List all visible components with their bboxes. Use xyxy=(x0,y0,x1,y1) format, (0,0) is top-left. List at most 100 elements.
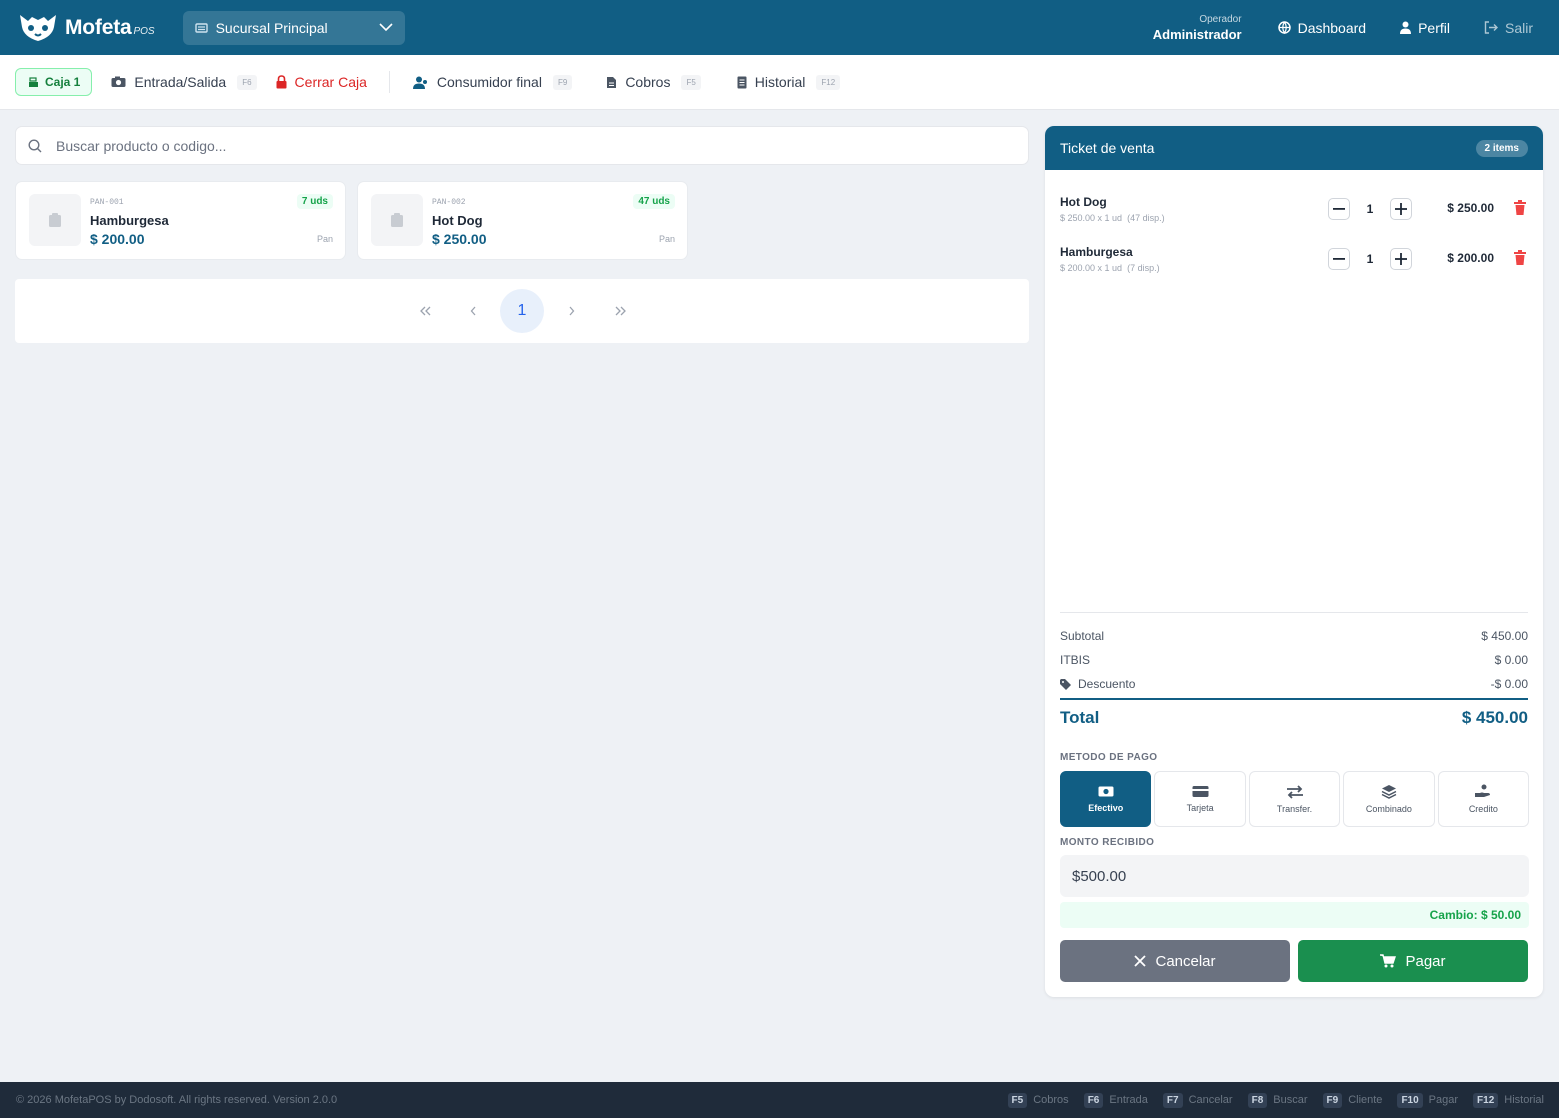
total-value: $ 450.00 xyxy=(1461,708,1528,727)
building-icon xyxy=(194,23,208,33)
payment-methods: Efectivo Tarjeta Transfer. Combinado Cre… xyxy=(1060,771,1530,827)
payment-method-label: Tarjeta xyxy=(1186,803,1214,813)
cart-icon xyxy=(1380,954,1397,968)
shortcut-label: Cobros xyxy=(1033,1094,1069,1106)
plus-icon xyxy=(1395,203,1407,215)
customer-label: Consumidor final xyxy=(436,74,542,90)
line-quantity: 1 xyxy=(1366,202,1374,216)
logout-icon xyxy=(1484,21,1498,34)
product-sku: PAN-002 xyxy=(432,198,466,207)
footer: © 2026 MofetaPOS by Dodosoft. All rights… xyxy=(0,1082,1559,1118)
payment-method-label: Transfer. xyxy=(1276,803,1313,814)
payment-method-combined[interactable]: Combinado xyxy=(1343,771,1435,827)
product-card[interactable]: PAN-002 Hot Dog $ 250.00 47 uds Pan xyxy=(357,181,688,260)
product-thumbnail xyxy=(371,194,423,246)
decrease-qty-button[interactable] xyxy=(1328,198,1350,220)
line-quantity: 1 xyxy=(1366,252,1374,266)
next-page-button[interactable] xyxy=(549,289,593,333)
decrease-qty-button[interactable] xyxy=(1328,248,1350,270)
product-card[interactable]: PAN-001 Hamburgesa $ 200.00 7 uds Pan xyxy=(15,181,346,260)
history-label: Historial xyxy=(754,74,806,90)
cash-icon xyxy=(1098,786,1114,797)
line-available: (47 disp.) xyxy=(1127,213,1165,223)
line-detail: $ 200.00 x 1 ud (7 disp.) xyxy=(1060,263,1160,273)
close-register-label: Cerrar Caja xyxy=(294,74,367,90)
discount-row[interactable]: Descuento -$ 0.00 xyxy=(1060,672,1528,696)
shortcut-label: Cliente xyxy=(1348,1094,1383,1106)
register-badge[interactable]: Caja 1 xyxy=(15,68,93,96)
payment-method-label: Combinado xyxy=(1365,804,1412,814)
subtotal-row: Subtotal $ 450.00 xyxy=(1060,624,1528,648)
cancel-button[interactable]: Cancelar xyxy=(1060,940,1290,982)
product-thumbnail xyxy=(29,194,81,246)
last-page-button[interactable] xyxy=(598,289,642,333)
tax-value: $ 0.00 xyxy=(1494,653,1528,667)
transfer-icon xyxy=(1286,784,1303,799)
hand-icon xyxy=(1475,784,1491,797)
list-icon xyxy=(737,76,747,88)
tax-row: ITBIS $ 0.00 xyxy=(1060,648,1528,672)
users-icon xyxy=(412,76,427,89)
camera-icon xyxy=(111,76,126,87)
shortcut-item: F6 Entrada xyxy=(1083,1092,1148,1108)
line-unit-detail: $ 250.00 x 1 ud xyxy=(1060,213,1123,223)
first-page-button[interactable] xyxy=(403,289,447,333)
close-register-button[interactable]: Cerrar Caja xyxy=(276,74,367,90)
payment-method-transfer[interactable]: Transfer. xyxy=(1248,771,1341,827)
trash-icon[interactable] xyxy=(1514,200,1526,215)
cash-io-button[interactable]: Entrada/Salida F6 xyxy=(111,74,257,90)
pay-button[interactable]: Pagar xyxy=(1298,940,1528,982)
payment-method-credit[interactable]: Credito xyxy=(1437,771,1530,827)
copyright-text: © 2026 MofetaPOS by Dodosoft. All rights… xyxy=(16,1094,338,1106)
box-icon xyxy=(391,213,403,227)
shortcut-key: F7 xyxy=(1162,1092,1183,1108)
trash-icon[interactable] xyxy=(1514,250,1526,265)
history-shortcut: F12 xyxy=(816,74,841,90)
operator-label: Operador xyxy=(1199,13,1242,25)
product-category: Pan xyxy=(316,234,333,244)
increase-qty-button[interactable] xyxy=(1390,248,1412,270)
received-amount-input[interactable]: $500.00 xyxy=(1060,855,1529,897)
app-logo[interactable]: Mofeta POS xyxy=(16,11,155,45)
history-button[interactable]: Historial F12 xyxy=(737,74,841,90)
minus-icon xyxy=(1333,258,1345,260)
layers-icon xyxy=(1381,785,1397,799)
branch-selector[interactable]: Sucursal Principal xyxy=(182,10,405,45)
dashboard-link[interactable]: Dashboard xyxy=(1277,20,1366,36)
product-search xyxy=(15,126,1029,165)
ticket-title: Ticket de venta xyxy=(1060,140,1155,156)
register-label: Caja 1 xyxy=(45,75,81,89)
page-button-current[interactable]: 1 xyxy=(500,289,544,333)
shortcut-label: Entrada xyxy=(1109,1094,1148,1106)
customer-selector[interactable]: Consumidor final F9 xyxy=(412,74,573,90)
payment-method-card[interactable]: Tarjeta xyxy=(1154,771,1246,827)
cash-io-label: Entrada/Salida xyxy=(134,74,227,90)
shortcut-key: F5 xyxy=(1007,1092,1028,1108)
card-icon xyxy=(1192,786,1209,797)
collections-button[interactable]: Cobros F5 xyxy=(606,74,701,90)
prev-page-button[interactable] xyxy=(451,289,495,333)
shortcut-label: Buscar xyxy=(1273,1094,1308,1106)
profile-link[interactable]: Perfil xyxy=(1400,20,1450,36)
plus-icon xyxy=(1395,253,1407,265)
shortcut-item: F8 Buscar xyxy=(1247,1092,1308,1108)
shortcut-key: F6 xyxy=(1083,1092,1104,1108)
shortcut-label: Pagar xyxy=(1428,1094,1459,1106)
shortcut-key: F10 xyxy=(1397,1092,1423,1108)
line-total: $ 250.00 xyxy=(1447,201,1494,215)
shortcut-item: F10 Pagar xyxy=(1397,1092,1459,1108)
logo-icon xyxy=(20,14,56,41)
collections-shortcut: F5 xyxy=(681,74,701,90)
search-input[interactable] xyxy=(56,137,956,154)
double-chevron-right-icon xyxy=(615,306,626,316)
cash-io-shortcut: F6 xyxy=(237,74,257,90)
logout-link[interactable]: Salir xyxy=(1484,20,1533,36)
subtotal-label: Subtotal xyxy=(1060,629,1105,643)
product-stock-badge: 7 uds xyxy=(296,194,333,209)
payment-method-cash[interactable]: Efectivo xyxy=(1060,771,1152,827)
payment-method-label: Efectivo xyxy=(1088,803,1124,813)
subtotal-value: $ 450.00 xyxy=(1481,629,1528,643)
ticket-line: Hamburgesa $ 200.00 x 1 ud (7 disp.) 1 $… xyxy=(1060,245,1530,281)
increase-qty-button[interactable] xyxy=(1390,198,1412,220)
shortcut-legend: F5 Cobros F6 Entrada F7 Cancelar F8 Buscar F… xyxy=(993,1092,1544,1108)
